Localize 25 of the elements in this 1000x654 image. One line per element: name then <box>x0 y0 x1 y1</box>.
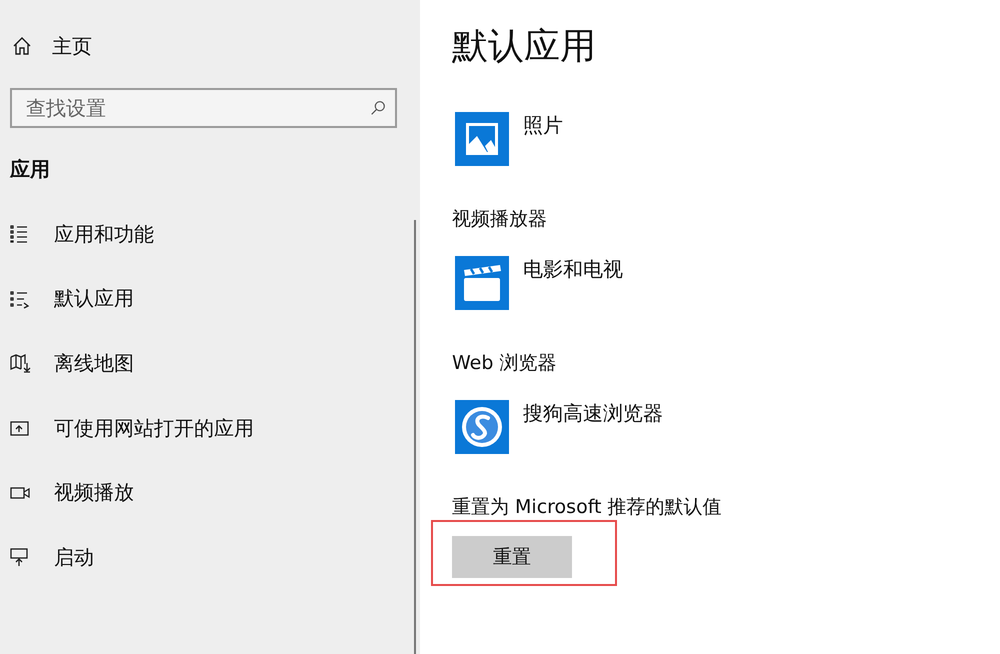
reset-label: 重置为 Microsoft 推荐的默认值 <box>452 495 723 520</box>
scrollbar[interactable] <box>414 220 416 654</box>
nav-item[interactable]: 视频播放 <box>0 460 420 525</box>
picture-icon <box>455 112 509 166</box>
home-icon <box>12 36 32 56</box>
category-label: 视频播放器 <box>452 207 548 232</box>
reset-button[interactable]: 重置 <box>452 536 572 578</box>
app-option[interactable]: 搜狗高速浏览器 <box>452 400 1000 454</box>
category-label: Web 浏览器 <box>452 351 558 376</box>
nav-item[interactable]: 默认应用 <box>0 266 420 332</box>
nav-item[interactable]: 启动 <box>0 524 420 590</box>
map-icon <box>10 353 32 374</box>
app-option[interactable]: 照片 <box>452 112 1000 166</box>
browser-icon <box>455 400 509 454</box>
list-icon <box>10 288 32 309</box>
nav-item[interactable]: 应用和功能 <box>0 202 420 267</box>
search-field[interactable]: 查找设置 <box>10 88 397 128</box>
app-option[interactable]: 电影和电视 <box>452 256 1000 310</box>
section-heading: 应用 <box>10 156 51 183</box>
clapperboard-icon <box>455 256 509 310</box>
page-title: 默认应用 <box>452 25 597 69</box>
search-icon <box>369 99 387 117</box>
nav-item[interactable]: 可使用网站打开的应用 <box>0 396 420 460</box>
home-link[interactable]: 主页 <box>0 28 420 64</box>
nav-item[interactable]: 离线地图 <box>0 331 420 396</box>
